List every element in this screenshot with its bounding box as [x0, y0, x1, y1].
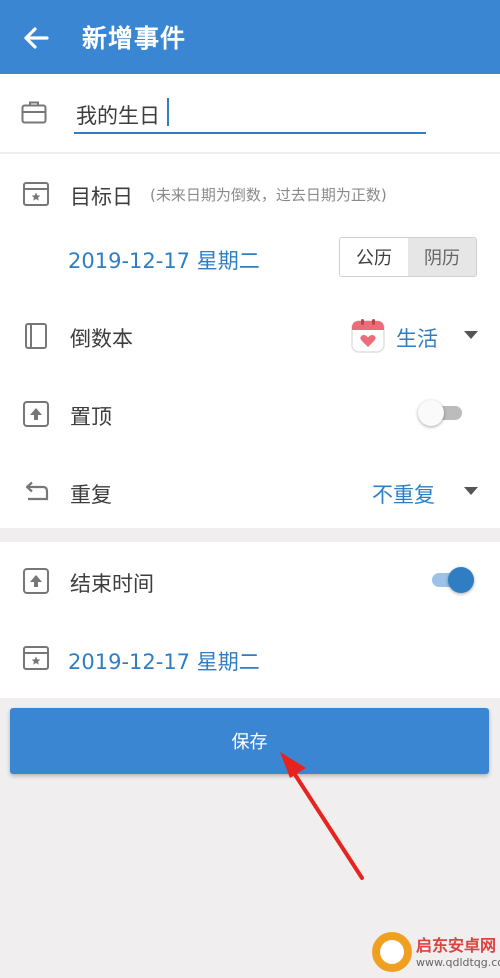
repeat-label: 重复	[70, 483, 112, 507]
repeat-value[interactable]: 不重复	[372, 479, 435, 509]
target-date-hint: (未来日期为倒数，过去日期为正数)	[150, 186, 387, 204]
pin-label: 置顶	[70, 405, 112, 429]
pin-toggle[interactable]	[418, 400, 468, 426]
event-name-value: 我的生日	[76, 104, 160, 128]
calendar-star-icon	[23, 646, 49, 670]
solar-calendar-option[interactable]: 公历	[340, 238, 408, 276]
text-cursor	[167, 98, 169, 126]
watermark: 启东安卓网 www.qdldtqg.com	[372, 930, 500, 976]
briefcase-icon	[21, 101, 47, 124]
watermark-url: www.qdldtqg.com	[416, 956, 500, 969]
pin-to-top-icon	[23, 568, 49, 594]
pin-to-top-icon	[23, 401, 49, 427]
book-icon	[25, 323, 47, 349]
page-title: 新增事件	[82, 24, 187, 53]
arrow-left-icon[interactable]	[18, 20, 54, 56]
watermark-name: 启东安卓网	[416, 936, 497, 955]
book-label: 倒数本	[70, 327, 133, 351]
target-date-label: 目标日	[70, 185, 133, 209]
target-date-value[interactable]: 2019-12-17 星期二	[68, 245, 260, 275]
calendar-type-toggle: 公历 阴历	[339, 237, 477, 277]
repeat-icon	[25, 481, 49, 501]
book-dropdown-icon[interactable]	[464, 331, 478, 339]
calendar-star-icon	[23, 182, 49, 206]
repeat-dropdown-icon[interactable]	[464, 487, 478, 495]
lunar-calendar-option[interactable]: 阴历	[408, 238, 476, 276]
end-time-date[interactable]: 2019-12-17 星期二	[68, 646, 260, 676]
save-button[interactable]: 保存	[10, 708, 489, 774]
app-bar: 新增事件	[0, 0, 500, 74]
book-value[interactable]: 生活	[396, 323, 438, 353]
end-time-label: 结束时间	[70, 572, 154, 596]
annotation-arrow-icon	[280, 752, 364, 880]
watermark-logo-icon	[372, 932, 412, 972]
calendar-heart-icon	[351, 319, 385, 353]
end-time-toggle[interactable]	[424, 567, 474, 593]
